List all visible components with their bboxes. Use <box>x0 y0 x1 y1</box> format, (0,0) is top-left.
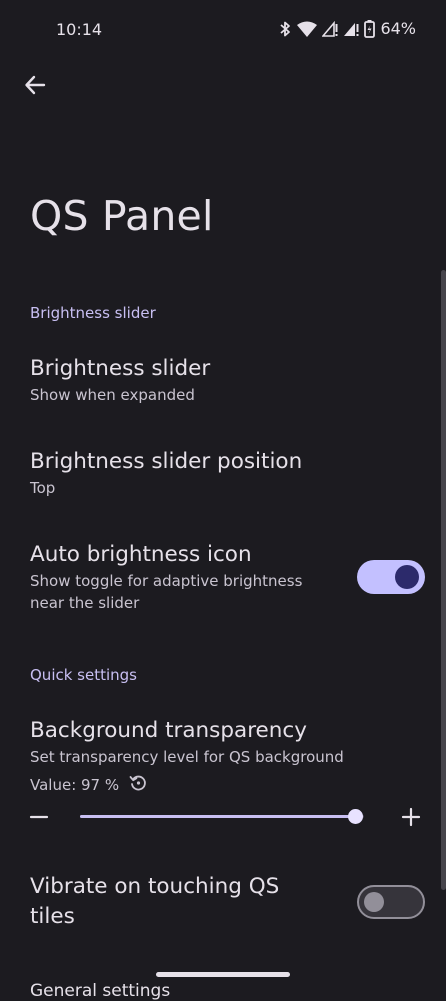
pref-title: Auto brightness icon <box>30 542 252 567</box>
bluetooth-icon <box>278 20 292 38</box>
status-icons: 64% <box>278 19 416 38</box>
section-header-general: General settings <box>30 981 171 1001</box>
toggle-thumb <box>364 892 384 912</box>
pref-brightness-slider[interactable]: Brightness slider Show when expanded <box>30 354 360 406</box>
reset-icon[interactable] <box>129 774 147 796</box>
minus-icon <box>28 813 50 832</box>
slider-increase-button[interactable] <box>400 806 422 828</box>
pref-title: Background transparency <box>30 718 307 743</box>
battery-percent: 64% <box>380 19 416 38</box>
scrollbar[interactable] <box>441 270 446 890</box>
pref-title: Vibrate on touching QS tiles <box>30 874 280 929</box>
pref-brightness-slider-position[interactable]: Brightness slider position Top <box>30 447 360 499</box>
slider-fill <box>80 815 356 818</box>
pref-title: Brightness slider <box>30 356 211 381</box>
battery-charging-icon <box>364 19 376 38</box>
pref-summary: Show when expanded <box>30 386 195 404</box>
status-time: 10:14 <box>56 20 103 39</box>
pref-vibrate-qs-tiles[interactable]: Vibrate on touching QS tiles <box>30 872 330 932</box>
pref-summary: Top <box>30 479 56 497</box>
value-row: Value: 97 % <box>30 774 147 796</box>
pref-auto-brightness-icon[interactable]: Auto brightness icon Show toggle for ada… <box>30 540 330 614</box>
signal-icon <box>322 20 338 37</box>
page-title: QS Panel <box>30 192 214 240</box>
slider-decrease-button[interactable] <box>28 806 50 828</box>
value-text: Value: 97 % <box>30 776 120 794</box>
slider-thumb[interactable] <box>348 809 364 824</box>
pref-title: Brightness slider position <box>30 449 303 474</box>
home-indicator[interactable] <box>156 972 290 977</box>
pref-background-transparency[interactable]: Background transparency Set transparency… <box>30 716 410 768</box>
pref-summary: Show toggle for adaptive brightness near… <box>30 572 303 612</box>
section-header-brightness: Brightness slider <box>30 304 156 322</box>
vibrate-toggle[interactable] <box>357 885 425 919</box>
arrow-left-icon <box>24 74 46 100</box>
pref-summary: Set transparency level for QS background <box>30 748 344 766</box>
toggle-thumb <box>395 565 419 589</box>
auto-brightness-toggle[interactable] <box>357 560 425 594</box>
plus-icon <box>400 807 422 832</box>
signal-icon <box>343 21 359 37</box>
section-header-quick-settings: Quick settings <box>30 666 137 684</box>
wifi-icon <box>297 21 318 37</box>
back-button[interactable] <box>18 70 52 104</box>
status-bar: 10:14 64% <box>0 0 446 60</box>
transparency-slider[interactable] <box>80 809 364 824</box>
